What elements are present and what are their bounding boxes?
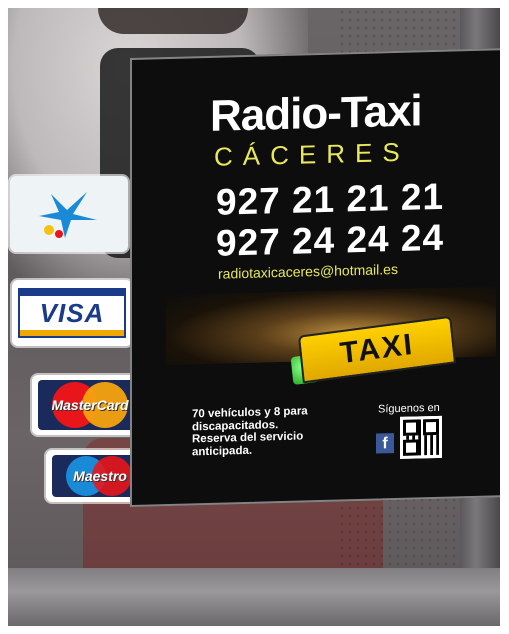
visa-sticker: VISA — [12, 280, 132, 346]
phone-number-2: 927 24 24 24 — [216, 216, 445, 264]
head-reflection — [98, 8, 248, 34]
email-address: radiotaxicaceres@hotmail.es — [218, 260, 398, 282]
qr-code-icon — [400, 415, 442, 459]
mastercard-logo-text: MasterCard — [51, 397, 129, 413]
taxi-sign-text: TAXI — [338, 327, 416, 371]
la-caixa-star-icon — [39, 192, 97, 238]
phone-number-1: 927 21 21 21 — [216, 175, 445, 223]
facebook-icon: f — [376, 433, 394, 454]
la-caixa-sticker — [10, 176, 128, 252]
poster-title: Radio-Taxi — [210, 86, 422, 141]
maestro-logo-text: Maestro — [73, 468, 127, 484]
radio-taxi-poster: Radio-Taxi CÁCERES 927 21 21 21 927 24 2… — [130, 47, 500, 507]
fleet-info: 70 vehículos y 8 para discapacitados. Re… — [192, 404, 362, 458]
visa-logo-text: VISA — [39, 297, 105, 328]
poster-city: CÁCERES — [214, 136, 410, 172]
door-frame-bottom — [8, 568, 500, 626]
follow-us-label: Síguenos en — [378, 401, 440, 416]
photo: VISA MasterCard Maestro Radio-Taxi CÁCER… — [8, 8, 500, 626]
